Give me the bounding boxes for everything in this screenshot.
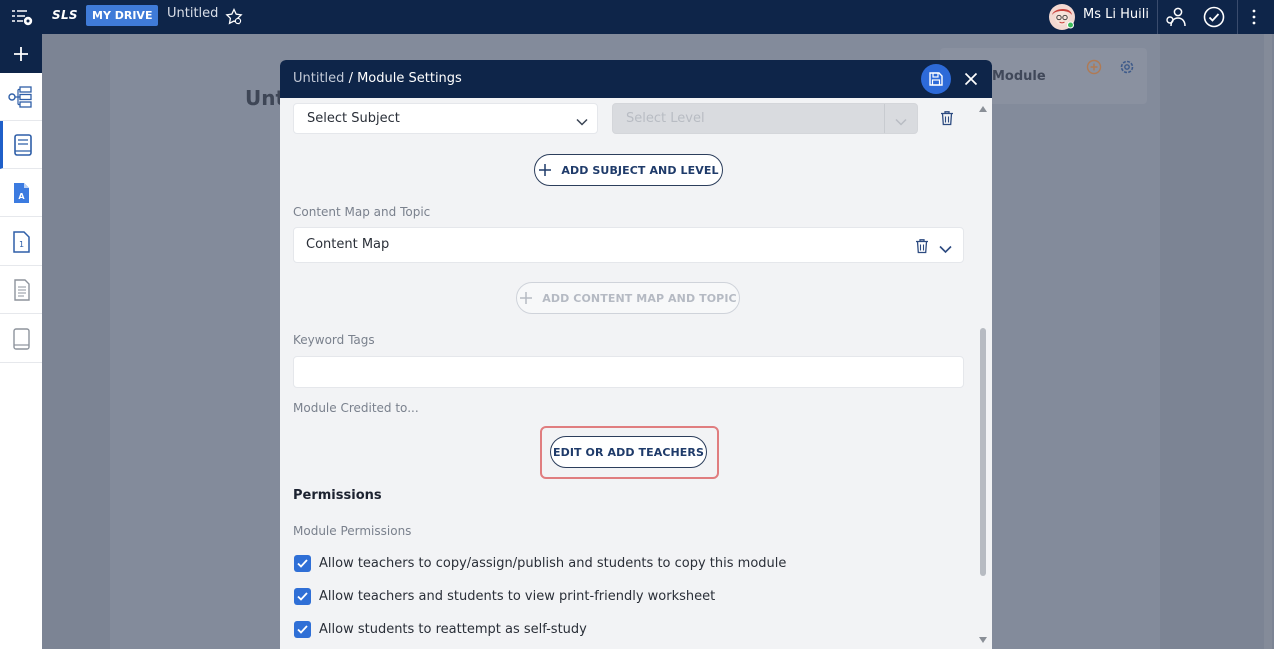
checkmark-icon bbox=[297, 558, 308, 568]
module-permissions-label: Module Permissions bbox=[293, 524, 412, 538]
svg-text:A: A bbox=[18, 192, 25, 201]
rail-item-notes[interactable] bbox=[0, 266, 42, 314]
edit-add-teachers-label: EDIT OR ADD TEACHERS bbox=[552, 445, 705, 459]
close-icon bbox=[964, 72, 978, 86]
breadcrumb-separator: / bbox=[344, 71, 358, 86]
more-vertical-icon[interactable] bbox=[1244, 0, 1264, 34]
add-component-button[interactable] bbox=[0, 34, 42, 73]
save-icon bbox=[929, 72, 943, 86]
rail-item-assessment[interactable]: A bbox=[0, 169, 42, 217]
content-map-label: Content Map and Topic bbox=[293, 205, 431, 219]
subject-select[interactable]: Select Subject bbox=[293, 103, 598, 134]
svg-text:1: 1 bbox=[19, 240, 24, 249]
star-settings-icon[interactable] bbox=[224, 0, 244, 34]
divider bbox=[884, 104, 885, 133]
workspace-scrollbar bbox=[1264, 34, 1272, 649]
rail-item-map[interactable] bbox=[0, 73, 42, 121]
sls-logo: SLS bbox=[52, 8, 78, 22]
card-settings-icon bbox=[1119, 59, 1135, 79]
blank-page-icon bbox=[13, 327, 30, 350]
background-card-title: Module bbox=[992, 69, 1046, 84]
dialog-header: Untitled / Module Settings bbox=[280, 60, 992, 98]
notes-icon bbox=[14, 278, 30, 301]
content-map-field[interactable]: Content Map bbox=[293, 227, 964, 263]
scroll-thumb[interactable] bbox=[980, 328, 986, 576]
permission-label: Allow students to reattempt as self-stud… bbox=[319, 621, 587, 637]
scroll-down-arrow[interactable] bbox=[979, 637, 987, 643]
rail-item-blank[interactable] bbox=[0, 315, 42, 363]
my-drive-badge[interactable]: MY DRIVE bbox=[86, 5, 159, 26]
subject-select-value: Select Subject bbox=[307, 111, 400, 126]
add-subject-level-label: ADD SUBJECT AND LEVEL bbox=[561, 163, 719, 177]
add-content-map-label: ADD CONTENT MAP AND TOPIC bbox=[542, 291, 737, 305]
keyword-tags-label: Keyword Tags bbox=[293, 333, 375, 347]
chevron-down-icon bbox=[576, 113, 588, 132]
top-navigation-bar: SLS MY DRIVE Untitled Ms Li Huili bbox=[0, 0, 1274, 34]
breadcrumb: Untitled / Module Settings bbox=[293, 71, 462, 86]
user-name[interactable]: Ms Li Huili bbox=[1083, 7, 1149, 22]
permission-label: Allow teachers and students to view prin… bbox=[319, 588, 716, 604]
scroll-up-arrow[interactable] bbox=[979, 106, 987, 112]
add-content-map-button[interactable]: ADD CONTENT MAP AND TOPIC bbox=[516, 282, 740, 314]
permission-checkbox[interactable] bbox=[294, 554, 311, 572]
permission-checkbox[interactable] bbox=[294, 620, 311, 638]
divider bbox=[1157, 0, 1158, 34]
document-a-icon: A bbox=[14, 182, 29, 203]
rail-item-numbered[interactable]: 1 bbox=[0, 218, 42, 266]
trash-icon bbox=[941, 111, 953, 126]
permission-row[interactable]: Allow teachers to copy/assign/publish an… bbox=[294, 554, 786, 572]
book-icon bbox=[13, 133, 32, 156]
chevron-down-icon[interactable] bbox=[939, 240, 952, 259]
permission-row[interactable]: Allow students to reattempt as self-stud… bbox=[294, 620, 587, 638]
breadcrumb-current: Module Settings bbox=[357, 71, 462, 86]
add-subject-level-button[interactable]: ADD SUBJECT AND LEVEL bbox=[534, 154, 723, 186]
level-select[interactable]: Select Level bbox=[612, 103, 918, 134]
save-button[interactable] bbox=[921, 64, 951, 94]
level-select-value: Select Level bbox=[626, 111, 705, 126]
plus-icon bbox=[539, 164, 552, 176]
content-map-value: Content Map bbox=[306, 237, 390, 252]
permission-checkbox[interactable] bbox=[294, 587, 311, 605]
delete-content-map-button[interactable] bbox=[915, 238, 929, 258]
keyword-tags-input[interactable] bbox=[293, 356, 964, 388]
document-title[interactable]: Untitled bbox=[167, 6, 218, 21]
numbered-page-icon: 1 bbox=[13, 230, 30, 253]
permissions-heading: Permissions bbox=[293, 488, 382, 503]
checkmark-icon bbox=[297, 591, 308, 601]
avatar[interactable] bbox=[1047, 0, 1077, 34]
trash-icon bbox=[916, 239, 928, 254]
dialog-scrollbar[interactable] bbox=[978, 104, 988, 649]
module-settings-dialog: Untitled / Module Settings Select Subjec… bbox=[280, 60, 992, 649]
plus-icon bbox=[520, 292, 533, 304]
divider bbox=[1237, 0, 1238, 34]
breadcrumb-parent[interactable]: Untitled bbox=[293, 71, 344, 86]
add-circle-icon bbox=[1086, 59, 1102, 79]
module-map-icon bbox=[8, 85, 32, 108]
chevron-down-icon bbox=[895, 113, 907, 132]
delete-subject-button[interactable] bbox=[940, 110, 954, 130]
checkmark-icon bbox=[297, 624, 308, 634]
edit-add-teachers-button[interactable]: EDIT OR ADD TEACHERS bbox=[550, 436, 707, 468]
menu-settings-icon[interactable] bbox=[8, 0, 36, 34]
permission-row[interactable]: Allow teachers and students to view prin… bbox=[294, 587, 715, 605]
check-circle-icon[interactable] bbox=[1201, 0, 1227, 34]
plus-icon bbox=[14, 46, 28, 61]
close-button[interactable] bbox=[961, 69, 981, 89]
rail-item-book[interactable] bbox=[0, 121, 42, 169]
module-credited-label: Module Credited to... bbox=[293, 401, 419, 415]
permission-label: Allow teachers to copy/assign/publish an… bbox=[319, 555, 787, 571]
collaborators-icon[interactable] bbox=[1163, 0, 1189, 34]
